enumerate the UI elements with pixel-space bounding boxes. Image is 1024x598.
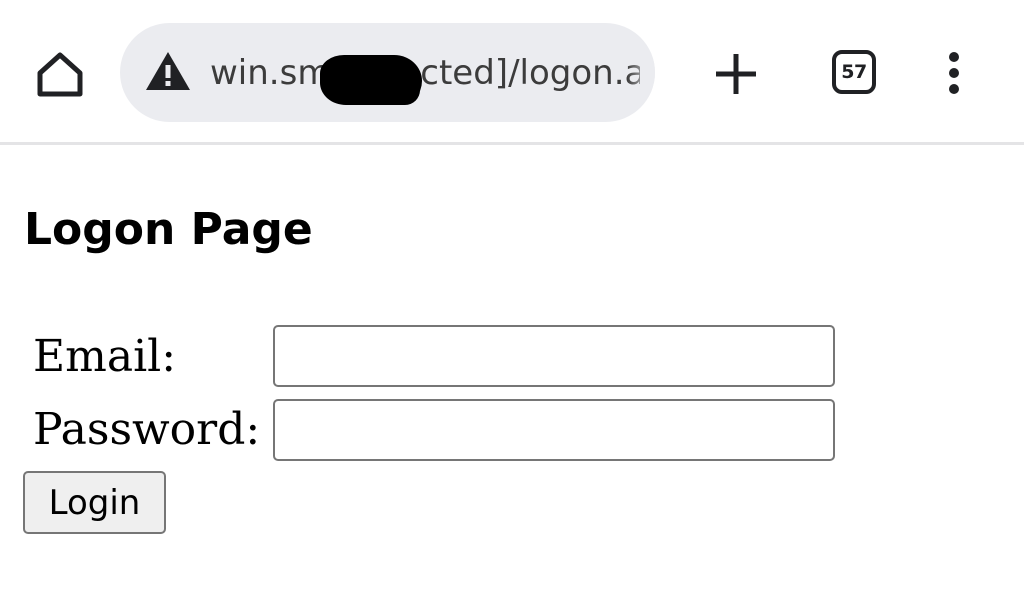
- url-text[interactable]: win.sm[redacted]/logon.aspx?: [210, 52, 640, 94]
- browser-toolbar: win.sm[redacted]/logon.aspx? 57: [0, 0, 1024, 145]
- login-button[interactable]: Login: [23, 471, 166, 534]
- home-button[interactable]: [30, 46, 90, 102]
- page-title: Logon Page: [24, 204, 313, 255]
- tab-count: 57: [841, 61, 867, 83]
- redaction-mark-tail: [382, 75, 420, 105]
- password-label: Password:: [33, 404, 261, 455]
- more-vertical-icon[interactable]: [940, 50, 968, 96]
- email-label: Email:: [33, 331, 177, 382]
- plus-icon[interactable]: [712, 50, 760, 98]
- email-field[interactable]: [273, 325, 835, 387]
- tab-switcher-button[interactable]: 57: [832, 50, 876, 94]
- home-icon: [37, 52, 83, 97]
- password-field[interactable]: [273, 399, 835, 461]
- address-bar[interactable]: win.sm[redacted]/logon.aspx?: [120, 23, 655, 122]
- warning-triangle-icon[interactable]: [144, 50, 192, 92]
- url-fade: [627, 23, 655, 122]
